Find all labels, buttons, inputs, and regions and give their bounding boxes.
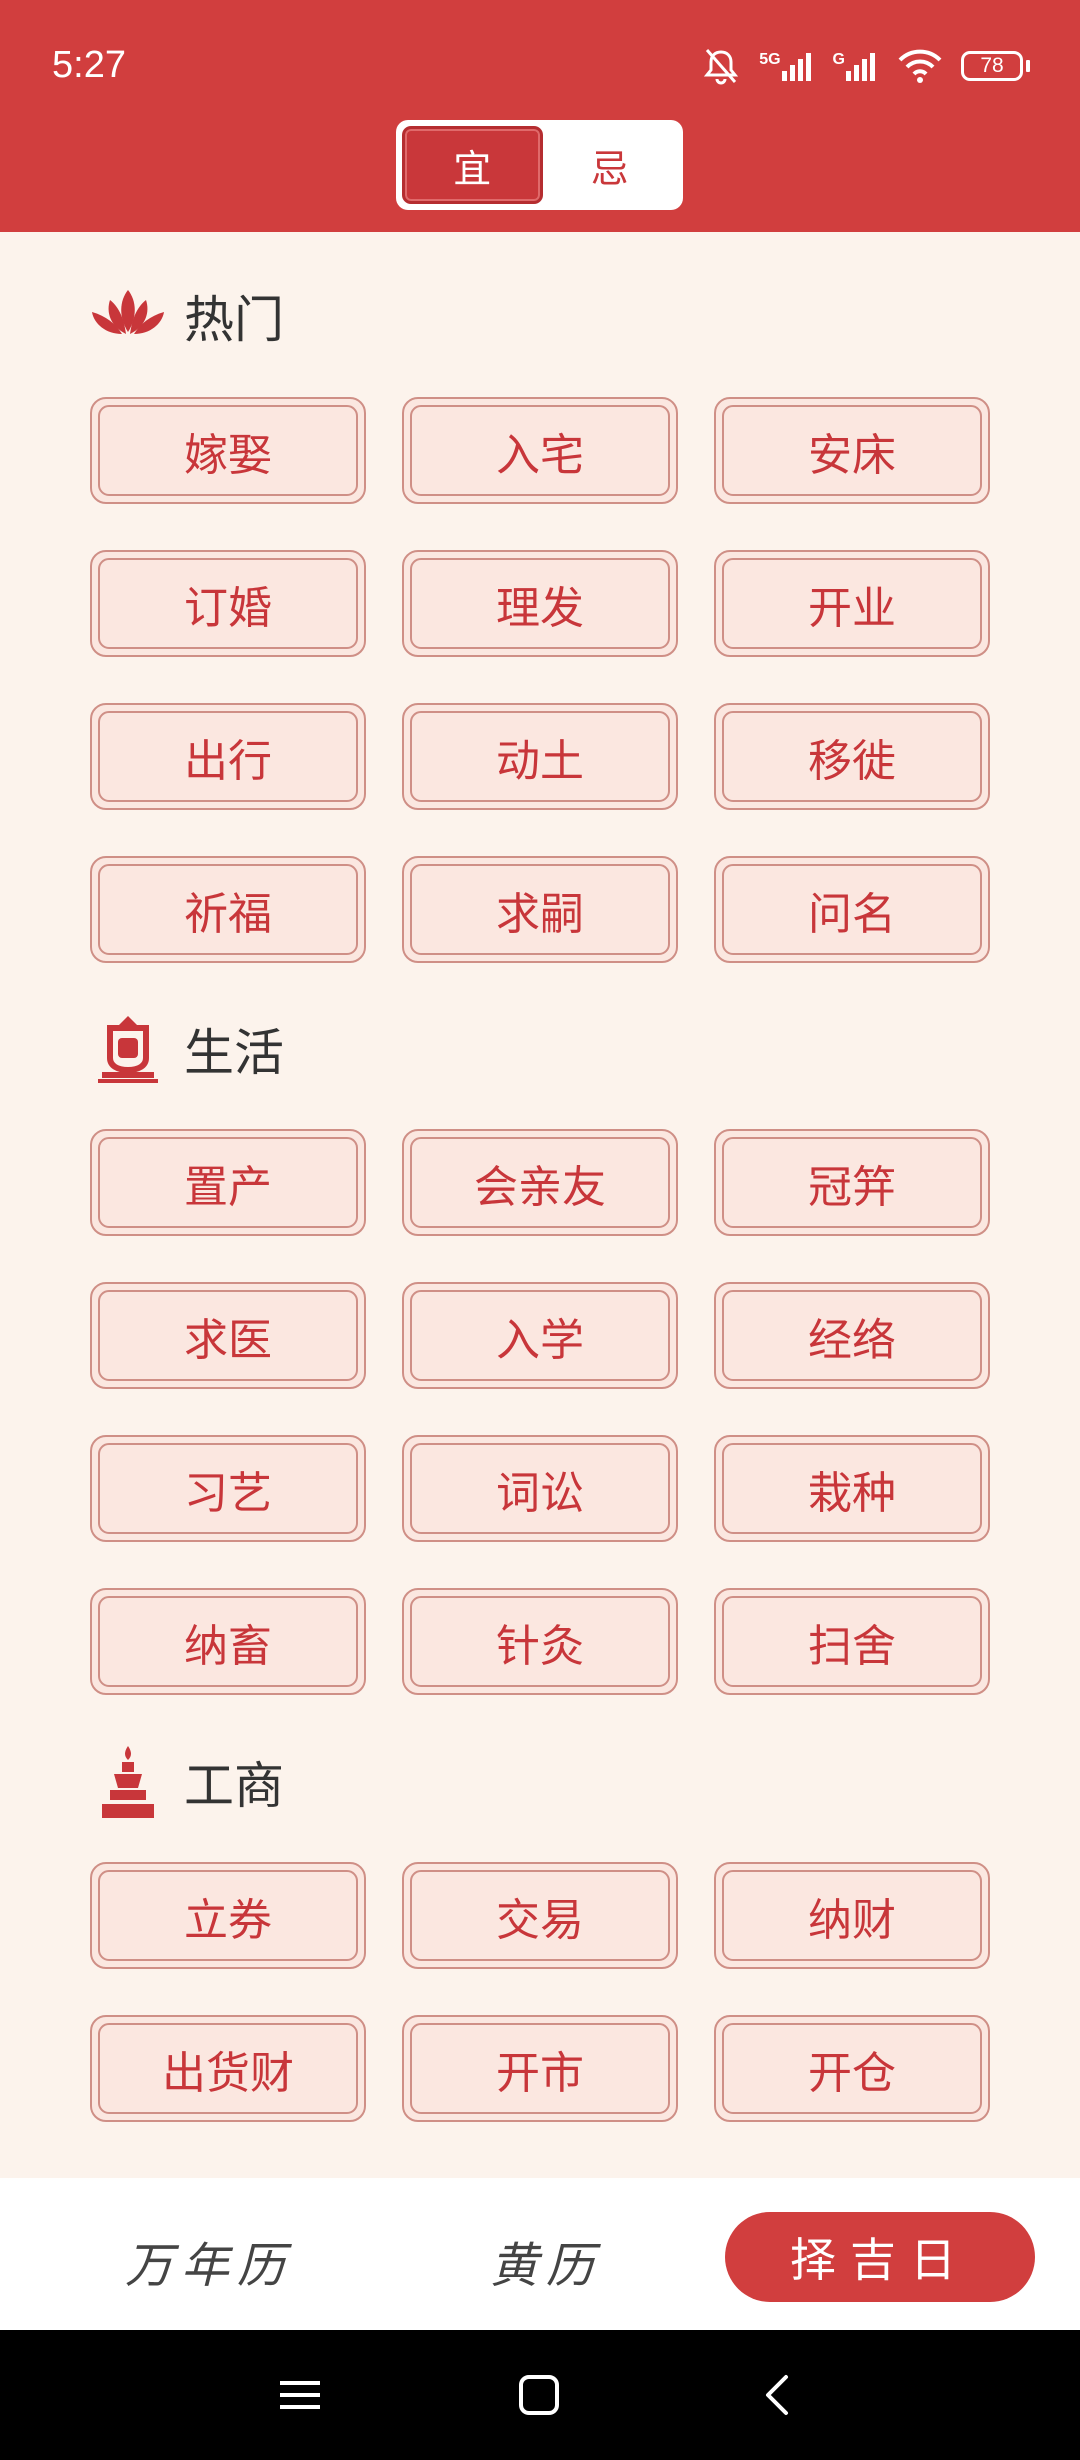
option-tag[interactable]: 出货财 xyxy=(90,2015,366,2122)
option-tag[interactable]: 入宅 xyxy=(402,397,678,504)
option-tag-label: 会亲友 xyxy=(410,1137,670,1228)
section-hot-header: 热门 xyxy=(88,276,284,356)
menu-icon[interactable] xyxy=(270,2365,330,2425)
option-tag[interactable]: 求医 xyxy=(90,1282,366,1389)
option-tag[interactable]: 开市 xyxy=(402,2015,678,2122)
option-tag[interactable]: 移徙 xyxy=(714,703,990,810)
option-tag[interactable]: 立券 xyxy=(90,1862,366,1969)
option-tag[interactable]: 理发 xyxy=(402,550,678,657)
bottom-navigation: 万年历 黄历 择吉日 xyxy=(0,2178,1080,2330)
option-tag[interactable]: 安床 xyxy=(714,397,990,504)
battery-indicator: 78 xyxy=(961,51,1030,81)
option-tag[interactable]: 置产 xyxy=(90,1129,366,1236)
option-tag-label: 栽种 xyxy=(722,1443,982,1534)
section-life-header: 生活 xyxy=(88,1009,284,1089)
option-tag-label: 安床 xyxy=(722,405,982,496)
option-tag-label: 习艺 xyxy=(98,1443,358,1534)
back-icon[interactable] xyxy=(748,2365,808,2425)
option-tag[interactable]: 求嗣 xyxy=(402,856,678,963)
section-title: 热门 xyxy=(184,291,284,349)
signal-g: G xyxy=(833,51,879,81)
wifi-icon xyxy=(898,49,942,83)
option-tag[interactable]: 订婚 xyxy=(90,550,366,657)
option-tag[interactable]: 祈福 xyxy=(90,856,366,963)
bell-shrine-icon xyxy=(88,1009,168,1089)
option-tag-label: 经络 xyxy=(722,1290,982,1381)
option-tag-label: 交易 xyxy=(410,1870,670,1961)
option-tag[interactable]: 栽种 xyxy=(714,1435,990,1542)
signal-5g-label: 5G xyxy=(759,51,781,68)
status-icons: 5G G 78 xyxy=(701,44,1030,88)
tab-ji[interactable]: 忌 xyxy=(543,126,678,204)
pagoda-icon xyxy=(88,1742,168,1822)
bell-muted-icon xyxy=(704,49,739,85)
cell-signal-icon xyxy=(846,53,875,81)
yi-ji-toggle: 宜 忌 xyxy=(396,120,683,210)
option-tag-label: 针灸 xyxy=(410,1596,670,1687)
option-tag-label: 移徙 xyxy=(722,711,982,802)
option-tag-label: 订婚 xyxy=(98,558,358,649)
battery-tip xyxy=(1026,60,1030,72)
option-tag[interactable]: 经络 xyxy=(714,1282,990,1389)
section-title: 生活 xyxy=(184,1024,284,1082)
signal-g-label: G xyxy=(832,51,845,68)
option-tag-label: 开市 xyxy=(410,2023,670,2114)
option-tag-label: 入学 xyxy=(410,1290,670,1381)
nav-almanac[interactable]: 黄历 xyxy=(490,2226,602,2296)
lotus-icon xyxy=(88,276,168,356)
section-business-header: 工商 xyxy=(88,1742,284,1822)
option-tag-label: 冠笄 xyxy=(722,1137,982,1228)
option-tag[interactable]: 出行 xyxy=(90,703,366,810)
option-tag-label: 嫁娶 xyxy=(98,405,358,496)
signal-5g: 5G xyxy=(759,51,814,81)
option-tag-label: 问名 xyxy=(722,864,982,955)
home-icon[interactable] xyxy=(509,2365,569,2425)
option-tag[interactable]: 开业 xyxy=(714,550,990,657)
nav-auspicious-day-button[interactable]: 择吉日 xyxy=(725,2212,1035,2302)
status-time: 5:27 xyxy=(52,44,126,86)
option-tag-label: 开业 xyxy=(722,558,982,649)
option-tag-label: 动土 xyxy=(410,711,670,802)
option-tag[interactable]: 针灸 xyxy=(402,1588,678,1695)
option-tag[interactable]: 词讼 xyxy=(402,1435,678,1542)
option-tag-label: 置产 xyxy=(98,1137,358,1228)
option-tag[interactable]: 会亲友 xyxy=(402,1129,678,1236)
app-header: 5:27 5G G 78 宜 忌 xyxy=(0,0,1080,232)
option-tag-label: 纳财 xyxy=(722,1870,982,1961)
option-tag-label: 求嗣 xyxy=(410,864,670,955)
option-tag[interactable]: 嫁娶 xyxy=(90,397,366,504)
option-tag[interactable]: 交易 xyxy=(402,1862,678,1969)
option-tag-label: 立券 xyxy=(98,1870,358,1961)
option-tag[interactable]: 习艺 xyxy=(90,1435,366,1542)
option-tag-label: 扫舍 xyxy=(722,1596,982,1687)
battery-level: 78 xyxy=(961,51,1023,81)
option-tag[interactable]: 扫舍 xyxy=(714,1588,990,1695)
nav-calendar[interactable]: 万年历 xyxy=(125,2226,293,2296)
option-tag[interactable]: 冠笄 xyxy=(714,1129,990,1236)
option-tag[interactable]: 问名 xyxy=(714,856,990,963)
option-tag-label: 开仓 xyxy=(722,2023,982,2114)
tab-yi[interactable]: 宜 xyxy=(402,126,543,204)
option-tag-label: 出货财 xyxy=(98,2023,358,2114)
option-tag[interactable]: 动土 xyxy=(402,703,678,810)
section-title: 工商 xyxy=(184,1757,284,1815)
option-tag-label: 纳畜 xyxy=(98,1596,358,1687)
option-tag[interactable]: 入学 xyxy=(402,1282,678,1389)
cell-signal-icon xyxy=(781,53,811,81)
option-tag-label: 出行 xyxy=(98,711,358,802)
system-nav-bar xyxy=(0,2330,1080,2460)
option-tag[interactable]: 纳财 xyxy=(714,1862,990,1969)
option-tag-label: 祈福 xyxy=(98,864,358,955)
option-tag-label: 入宅 xyxy=(410,405,670,496)
option-tag[interactable]: 纳畜 xyxy=(90,1588,366,1695)
option-tag-label: 理发 xyxy=(410,558,670,649)
option-tag-label: 词讼 xyxy=(410,1443,670,1534)
option-tag[interactable]: 开仓 xyxy=(714,2015,990,2122)
option-tag-label: 求医 xyxy=(98,1290,358,1381)
